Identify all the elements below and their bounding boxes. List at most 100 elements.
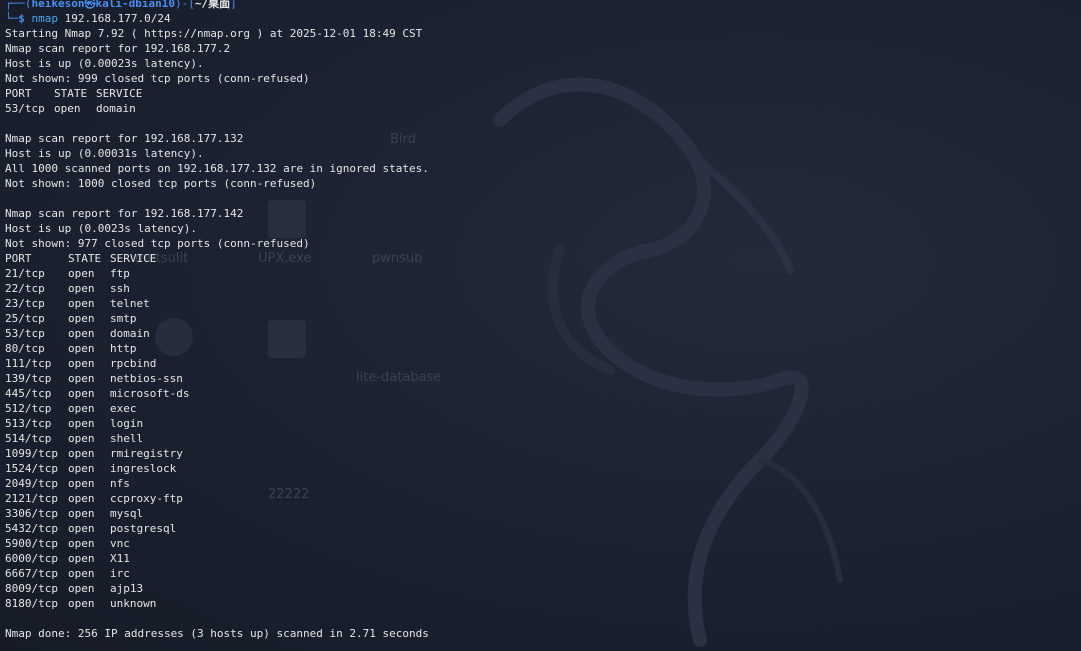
not-shown-line: Not shown: 977 closed tcp ports (conn-re… — [5, 237, 310, 250]
port-cell: 5432/tcp — [5, 522, 58, 535]
service-cell: microsoft-ds — [110, 387, 190, 400]
ports-header: PORT STATE SERVICE — [5, 251, 1075, 266]
service-cell: mysql — [110, 507, 144, 520]
service-cell: ssh — [110, 282, 130, 295]
state-cell: open — [68, 327, 95, 340]
prompt-frame: └─ — [5, 12, 19, 25]
service-cell: netbios-ssn — [110, 372, 183, 385]
service-cell: irc — [110, 567, 130, 580]
port-row: 21/tcp open ftp — [5, 266, 1075, 281]
port-cell: 21/tcp — [5, 267, 45, 280]
port-cell: 6667/tcp — [5, 567, 58, 580]
port-row: 1099/tcp open rmiregistry — [5, 446, 1075, 461]
port-row: 111/tcp open rpcbind — [5, 356, 1075, 371]
service-header: SERVICE — [110, 252, 157, 265]
prompt-frame: )-[ — [174, 0, 195, 10]
prompt-frame: ┌──( — [5, 0, 32, 10]
state-cell: open — [68, 357, 95, 370]
state-cell: open — [68, 462, 95, 475]
port-cell: 5900/tcp — [5, 537, 58, 550]
state-cell: open — [54, 102, 81, 115]
prompt-dollar: $ — [18, 12, 25, 25]
port-row: 5432/tcp open postgresql — [5, 521, 1075, 536]
port-cell: 513/tcp — [5, 417, 52, 430]
command-name: nmap — [31, 12, 59, 25]
prompt-directory: ~/桌面 — [194, 0, 231, 10]
port-cell: 139/tcp — [5, 372, 52, 385]
port-row: 6000/tcp open X11 — [5, 551, 1075, 566]
state-cell: open — [68, 492, 95, 505]
port-row: 139/tcp open netbios-ssn — [5, 371, 1075, 386]
state-cell: open — [68, 537, 95, 550]
terminal-window[interactable]: metsulit UPX.exe pwnsub lite-database 22… — [0, 0, 1081, 651]
port-header: PORT — [5, 252, 32, 265]
state-cell: open — [68, 372, 95, 385]
prompt-frame: ] — [230, 0, 237, 10]
service-cell: ajp13 — [110, 582, 144, 595]
port-header: PORT — [5, 87, 32, 100]
port-cell: 22/tcp — [5, 282, 45, 295]
port-cell: 1099/tcp — [5, 447, 58, 460]
service-cell: unknown — [110, 597, 157, 610]
state-cell: open — [68, 447, 95, 460]
service-cell: http — [110, 342, 137, 355]
service-cell: domain — [110, 327, 150, 340]
state-cell: open — [68, 522, 95, 535]
state-cell: open — [68, 342, 95, 355]
service-cell: domain — [96, 102, 136, 115]
port-cell: 2049/tcp — [5, 477, 58, 490]
port-cell: 53/tcp — [5, 102, 45, 115]
state-cell: open — [68, 477, 95, 490]
prompt-user-host: heikeson㉿kali-dbian10 — [31, 0, 175, 10]
ignored-line: All 1000 scanned ports on 192.168.177.13… — [5, 162, 429, 175]
port-row: 80/tcp open http — [5, 341, 1075, 356]
service-cell: rpcbind — [110, 357, 157, 370]
state-cell: open — [68, 432, 95, 445]
service-cell: ftp — [110, 267, 130, 280]
service-cell: shell — [110, 432, 144, 445]
port-row: 512/tcp open exec — [5, 401, 1075, 416]
not-shown-line: Not shown: 1000 closed tcp ports (conn-r… — [5, 177, 317, 190]
service-cell: ccproxy-ftp — [110, 492, 183, 505]
port-row: 8180/tcp open unknown — [5, 596, 1075, 611]
state-cell: open — [68, 402, 95, 415]
service-cell: postgresql — [110, 522, 177, 535]
state-header: STATE — [54, 87, 88, 100]
service-cell: exec — [110, 402, 137, 415]
port-row: 22/tcp open ssh — [5, 281, 1075, 296]
port-row: 514/tcp open shell — [5, 431, 1075, 446]
host-up-line: Host is up (0.0023s latency). — [5, 222, 198, 235]
port-cell: 80/tcp — [5, 342, 45, 355]
port-cell: 111/tcp — [5, 357, 52, 370]
scan-report-line: Nmap scan report for 192.168.177.2 — [5, 42, 231, 55]
port-cell: 6000/tcp — [5, 552, 58, 565]
state-cell: open — [68, 582, 95, 595]
port-cell: 445/tcp — [5, 387, 52, 400]
nmap-done-line: Nmap done: 256 IP addresses (3 hosts up)… — [5, 627, 429, 640]
port-row: 6667/tcp open irc — [5, 566, 1075, 581]
prompt-line-2: └─$ nmap 192.168.177.0/24 — [5, 11, 1075, 26]
terminal-output[interactable]: ┌──(heikeson㉿kali-dbian10)-[~/桌面] └─$ nm… — [5, 0, 1075, 641]
state-cell: open — [68, 267, 95, 280]
port-cell: 8009/tcp — [5, 582, 58, 595]
host-up-line: Host is up (0.00023s latency). — [5, 57, 204, 70]
port-row: 513/tcp open login — [5, 416, 1075, 431]
port-cell: 8180/tcp — [5, 597, 58, 610]
output-line: Starting Nmap 7.92 ( https://nmap.org ) … — [5, 27, 423, 40]
port-row: 53/tcp open domain — [5, 101, 1075, 116]
port-row: 445/tcp open microsoft-ds — [5, 386, 1075, 401]
prompt-line-1: ┌──(heikeson㉿kali-dbian10)-[~/桌面] — [5, 0, 1075, 11]
port-row: 25/tcp open smtp — [5, 311, 1075, 326]
port-cell: 512/tcp — [5, 402, 52, 415]
state-cell: open — [68, 567, 95, 580]
port-cell: 3306/tcp — [5, 507, 58, 520]
state-cell: open — [68, 597, 95, 610]
host-up-line: Host is up (0.00031s latency). — [5, 147, 204, 160]
not-shown-line: Not shown: 999 closed tcp ports (conn-re… — [5, 72, 310, 85]
scan-report-line: Nmap scan report for 192.168.177.142 — [5, 207, 244, 220]
port-row: 3306/tcp open mysql — [5, 506, 1075, 521]
ports-table: 21/tcp open ftp 22/tcp open ssh 23/tcp open teln… — [5, 266, 1075, 611]
